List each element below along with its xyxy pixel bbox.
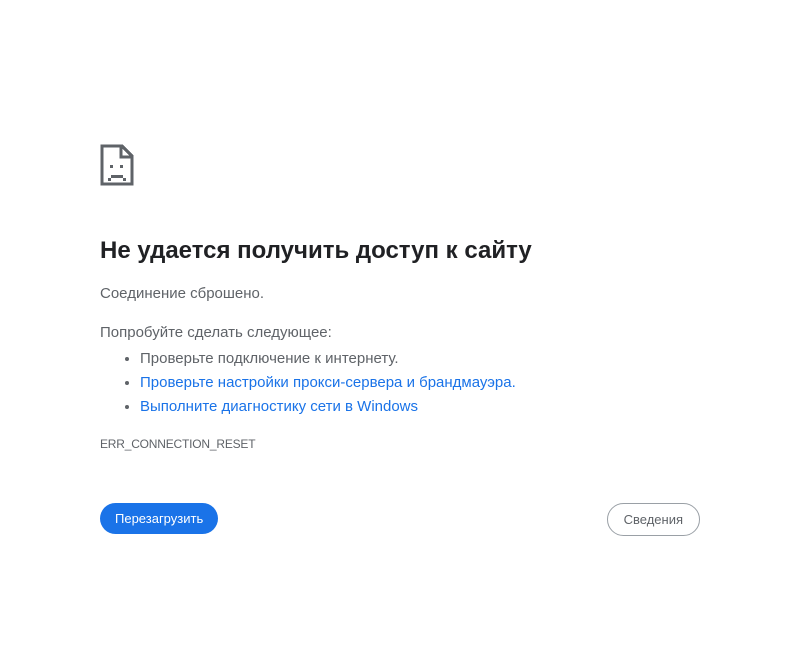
error-page: Не удается получить доступ к сайту Соеди… — [0, 0, 807, 664]
suggestions-list: Проверьте подключение к интернету. Прове… — [100, 347, 700, 419]
page-title: Не удается получить доступ к сайту — [100, 237, 532, 264]
suggestion-run-diagnostics: Выполните диагностику сети в Windows — [140, 395, 700, 419]
error-content: Не удается получить доступ к сайту Соеди… — [100, 144, 700, 452]
proxy-settings-link[interactable]: Проверьте настройки прокси-сервера и бра… — [140, 374, 516, 391]
suggestion-check-proxy: Проверьте настройки прокси-сервера и бра… — [140, 371, 700, 395]
suggestion-text: Проверьте подключение к интернету. — [140, 350, 399, 367]
reload-button[interactable]: Перезагрузить — [100, 503, 219, 534]
windows-diagnostics-link[interactable]: Выполните диагностику сети в Windows — [140, 398, 418, 415]
details-button[interactable]: Сведения — [606, 503, 700, 536]
suggestion-check-connection: Проверьте подключение к интернету. — [140, 347, 700, 371]
sad-page-icon — [100, 144, 134, 186]
button-row: Перезагрузить Сведения — [100, 503, 700, 536]
error-description: Соединение сброшено. — [100, 285, 265, 302]
error-code: ERR_CONNECTION_RESET — [100, 437, 256, 451]
suggestions-heading: Попробуйте сделать следующее: — [100, 324, 332, 341]
